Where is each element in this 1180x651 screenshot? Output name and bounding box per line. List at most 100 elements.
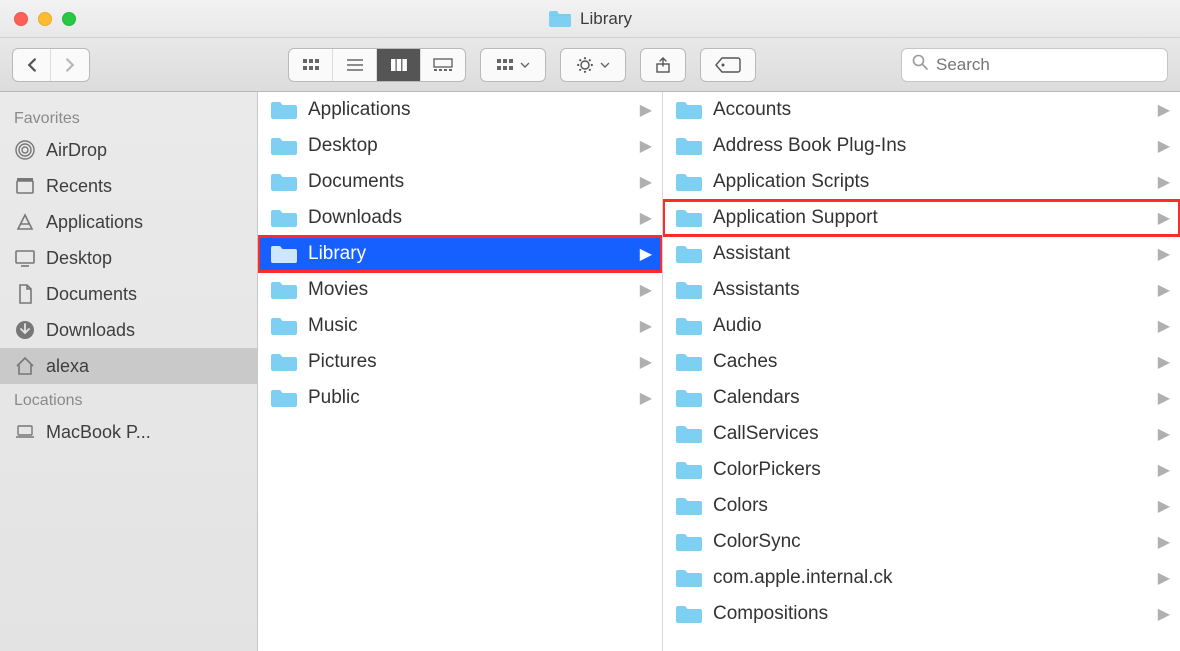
folder-label: Application Scripts xyxy=(713,171,1158,193)
share-button-wrap xyxy=(640,48,686,82)
folder-row-documents[interactable]: Documents ▶ xyxy=(258,164,662,200)
folder-row-address-book-plug-ins[interactable]: Address Book Plug-Ins ▶ xyxy=(663,128,1180,164)
folder-label: Accounts xyxy=(713,99,1158,121)
back-button[interactable] xyxy=(13,49,51,81)
icon-view-button[interactable] xyxy=(289,49,333,81)
sidebar-item-downloads[interactable]: Downloads xyxy=(0,312,257,348)
folder-icon xyxy=(675,459,703,481)
chevron-right-icon: ▶ xyxy=(1158,136,1170,156)
folder-label: Address Book Plug-Ins xyxy=(713,135,1158,157)
laptop-icon xyxy=(14,421,36,443)
share-button[interactable] xyxy=(641,49,685,81)
arrange-button[interactable] xyxy=(481,49,545,81)
docs-icon xyxy=(14,283,36,305)
folder-label: Movies xyxy=(308,279,640,301)
home-icon xyxy=(14,355,36,377)
recents-icon xyxy=(14,175,36,197)
folder-row-application-scripts[interactable]: Application Scripts ▶ xyxy=(663,164,1180,200)
folder-label: Music xyxy=(308,315,640,337)
folder-label: Compositions xyxy=(713,603,1158,625)
folder-icon xyxy=(675,207,703,229)
list-view-button[interactable] xyxy=(333,49,377,81)
chevron-right-icon: ▶ xyxy=(1158,352,1170,372)
sidebar-section-header: Locations xyxy=(0,384,257,414)
tags-button-wrap xyxy=(700,48,756,82)
sidebar-item-desktop[interactable]: Desktop xyxy=(0,240,257,276)
zoom-button[interactable] xyxy=(62,12,76,26)
sidebar-item-recents[interactable]: Recents xyxy=(0,168,257,204)
folder-row-caches[interactable]: Caches ▶ xyxy=(663,344,1180,380)
folder-row-music[interactable]: Music ▶ xyxy=(258,308,662,344)
sidebar-item-alexa[interactable]: alexa xyxy=(0,348,257,384)
gallery-view-button[interactable] xyxy=(421,49,465,81)
sidebar-item-applications[interactable]: Applications xyxy=(0,204,257,240)
folder-icon xyxy=(675,603,703,625)
folder-row-downloads[interactable]: Downloads ▶ xyxy=(258,200,662,236)
chevron-right-icon: ▶ xyxy=(1158,280,1170,300)
folder-label: CallServices xyxy=(713,423,1158,445)
sidebar-item-label: Recents xyxy=(46,176,112,197)
sidebar: Favorites AirDrop Recents Applications D… xyxy=(0,92,258,651)
folder-row-audio[interactable]: Audio ▶ xyxy=(663,308,1180,344)
folder-row-pictures[interactable]: Pictures ▶ xyxy=(258,344,662,380)
folder-label: Desktop xyxy=(308,135,640,157)
chevron-right-icon: ▶ xyxy=(1158,460,1170,480)
sidebar-item-label: AirDrop xyxy=(46,140,107,161)
sidebar-item-label: MacBook P... xyxy=(46,422,151,443)
folder-row-application-support[interactable]: Application Support ▶ xyxy=(663,200,1180,236)
view-mode-segment xyxy=(288,48,466,82)
action-menu[interactable] xyxy=(560,48,626,82)
column-0: Applications ▶ Desktop ▶ Documents ▶ Dow… xyxy=(258,92,663,651)
action-button[interactable] xyxy=(561,49,625,81)
folder-row-assistant[interactable]: Assistant ▶ xyxy=(663,236,1180,272)
tags-button[interactable] xyxy=(701,49,755,81)
folder-icon xyxy=(270,279,298,301)
search-input[interactable] xyxy=(936,55,1157,75)
folder-icon xyxy=(675,243,703,265)
folder-icon xyxy=(270,315,298,337)
folder-row-movies[interactable]: Movies ▶ xyxy=(258,272,662,308)
downloads-icon xyxy=(14,319,36,341)
folder-icon xyxy=(270,351,298,373)
sidebar-item-airdrop[interactable]: AirDrop xyxy=(0,132,257,168)
sidebar-item-label: Desktop xyxy=(46,248,112,269)
desktop-icon xyxy=(14,247,36,269)
folder-row-com-apple-internal-ck[interactable]: com.apple.internal.ck ▶ xyxy=(663,560,1180,596)
folder-label: Applications xyxy=(308,99,640,121)
folder-icon xyxy=(270,135,298,157)
search-field[interactable] xyxy=(901,48,1168,82)
folder-row-accounts[interactable]: Accounts ▶ xyxy=(663,92,1180,128)
sidebar-item-macbook-p-[interactable]: MacBook P... xyxy=(0,414,257,450)
folder-row-callservices[interactable]: CallServices ▶ xyxy=(663,416,1180,452)
folder-row-library[interactable]: Library ▶ xyxy=(258,236,662,272)
forward-button[interactable] xyxy=(51,49,89,81)
folder-icon xyxy=(675,279,703,301)
folder-row-colorpickers[interactable]: ColorPickers ▶ xyxy=(663,452,1180,488)
sidebar-item-documents[interactable]: Documents xyxy=(0,276,257,312)
folder-icon xyxy=(675,387,703,409)
folder-row-calendars[interactable]: Calendars ▶ xyxy=(663,380,1180,416)
chevron-right-icon: ▶ xyxy=(640,316,652,336)
folder-label: Caches xyxy=(713,351,1158,373)
close-button[interactable] xyxy=(14,12,28,26)
chevron-right-icon: ▶ xyxy=(1158,424,1170,444)
chevron-right-icon: ▶ xyxy=(1158,388,1170,408)
folder-label: Documents xyxy=(308,171,640,193)
arrange-menu[interactable] xyxy=(480,48,546,82)
column-1: Accounts ▶ Address Book Plug-Ins ▶ Appli… xyxy=(663,92,1180,651)
column-view-button[interactable] xyxy=(377,49,421,81)
folder-row-assistants[interactable]: Assistants ▶ xyxy=(663,272,1180,308)
folder-row-applications[interactable]: Applications ▶ xyxy=(258,92,662,128)
chevron-right-icon: ▶ xyxy=(1158,100,1170,120)
minimize-button[interactable] xyxy=(38,12,52,26)
folder-row-desktop[interactable]: Desktop ▶ xyxy=(258,128,662,164)
folder-row-compositions[interactable]: Compositions ▶ xyxy=(663,596,1180,632)
folder-row-public[interactable]: Public ▶ xyxy=(258,380,662,416)
sidebar-item-label: alexa xyxy=(46,356,89,377)
chevron-right-icon: ▶ xyxy=(640,352,652,372)
chevron-right-icon: ▶ xyxy=(1158,568,1170,588)
folder-row-colors[interactable]: Colors ▶ xyxy=(663,488,1180,524)
main-body: Favorites AirDrop Recents Applications D… xyxy=(0,92,1180,651)
folder-icon xyxy=(675,171,703,193)
folder-row-colorsync[interactable]: ColorSync ▶ xyxy=(663,524,1180,560)
